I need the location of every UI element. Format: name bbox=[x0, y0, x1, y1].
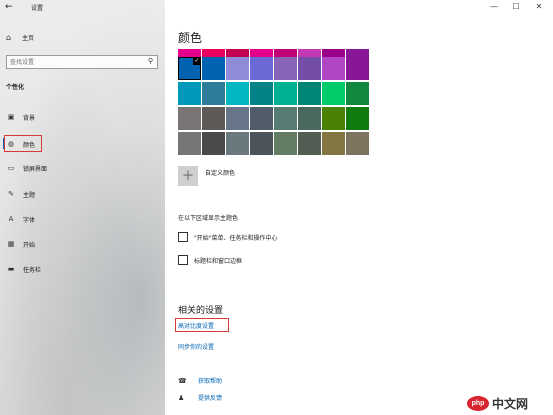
sidebar-item-themes[interactable]: ✎ 主题 bbox=[6, 188, 156, 200]
color-swatch[interactable] bbox=[178, 107, 201, 130]
color-swatch[interactable] bbox=[274, 132, 297, 155]
start-icon: ▦ bbox=[7, 240, 15, 248]
color-swatch[interactable] bbox=[202, 82, 225, 105]
get-help-label: 获取帮助 bbox=[198, 378, 223, 385]
color-swatch[interactable] bbox=[346, 49, 369, 57]
color-swatch[interactable] bbox=[226, 107, 249, 130]
back-arrow-icon[interactable]: ← bbox=[5, 2, 15, 12]
checkbox-title-bars[interactable]: 标题栏和窗口边框 bbox=[178, 255, 242, 265]
color-swatch[interactable] bbox=[274, 82, 297, 105]
color-swatch[interactable] bbox=[274, 57, 297, 80]
watermark: php 中文网 bbox=[467, 393, 551, 413]
checkmark-icon: ✓ bbox=[193, 57, 201, 65]
content-pane: 颜色 ✓ + 自定义颜色 在以下区域显示主题色 "开始"菜单、任务栏和操作中心 … bbox=[165, 0, 553, 415]
color-swatch[interactable]: ✓ bbox=[178, 57, 201, 80]
feedback-person-icon: ♟ bbox=[178, 393, 185, 402]
color-swatch[interactable] bbox=[322, 82, 345, 105]
php-logo: php bbox=[467, 395, 489, 411]
taskbar-icon: ▬ bbox=[7, 265, 15, 273]
color-swatch[interactable] bbox=[322, 132, 345, 155]
get-help-link[interactable]: ☎ 获取帮助 bbox=[178, 376, 223, 386]
color-swatch[interactable] bbox=[178, 132, 201, 155]
color-swatch[interactable] bbox=[298, 132, 321, 155]
color-swatch[interactable] bbox=[250, 132, 273, 155]
search-icon[interactable]: ⚲ bbox=[148, 57, 153, 65]
color-swatch[interactable] bbox=[274, 107, 297, 130]
plus-icon: + bbox=[178, 166, 198, 186]
color-swatch[interactable] bbox=[346, 82, 369, 105]
checkbox-label: 标题栏和窗口边框 bbox=[194, 257, 243, 265]
color-swatch[interactable] bbox=[202, 57, 225, 80]
color-swatch[interactable] bbox=[226, 82, 249, 105]
checkbox[interactable] bbox=[178, 255, 188, 265]
sidebar-item-colors[interactable]: ◍ 颜色 bbox=[6, 138, 156, 150]
color-swatch[interactable] bbox=[202, 107, 225, 130]
checkbox-label: "开始"菜单、任务栏和操作中心 bbox=[194, 234, 278, 242]
page-title: 颜色 bbox=[178, 31, 203, 45]
help-chat-icon: ☎ bbox=[178, 376, 187, 385]
home-icon: ⌂ bbox=[6, 32, 12, 42]
section-title: 个性化 bbox=[6, 84, 25, 91]
window-title: 设置 bbox=[31, 5, 44, 12]
palette-icon: ◍ bbox=[7, 140, 15, 148]
color-swatch[interactable] bbox=[346, 132, 369, 155]
color-swatch[interactable] bbox=[346, 107, 369, 130]
checkbox[interactable] bbox=[178, 232, 188, 242]
search-box[interactable]: ⚲ bbox=[6, 55, 158, 69]
navigation-pane: ⌂ 主页 ⚲ 个性化 ▣ 背景 ◍ 颜色 ▭ 锁屏界面 ✎ 主题 A 字体 ▦ … bbox=[0, 0, 165, 415]
color-swatch[interactable] bbox=[298, 82, 321, 105]
color-swatch[interactable] bbox=[322, 57, 345, 80]
sidebar-item-label: 主页 bbox=[22, 34, 35, 42]
color-swatch[interactable] bbox=[178, 82, 201, 105]
color-swatch[interactable] bbox=[322, 107, 345, 130]
color-swatch[interactable] bbox=[250, 57, 273, 80]
feedback-link[interactable]: ♟ 提供反馈 bbox=[178, 393, 223, 403]
color-swatch[interactable] bbox=[202, 132, 225, 155]
color-swatch[interactable] bbox=[298, 49, 321, 57]
sidebar-item-background[interactable]: ▣ 背景 bbox=[6, 111, 156, 123]
custom-color-button[interactable]: + 自定义颜色 bbox=[178, 166, 235, 186]
sidebar-item-label: 字体 bbox=[23, 216, 36, 224]
link-high-contrast[interactable]: 高对比度设置 bbox=[178, 321, 214, 330]
related-settings-heading: 相关的设置 bbox=[178, 306, 224, 316]
color-swatch[interactable] bbox=[298, 107, 321, 130]
color-swatch[interactable] bbox=[250, 49, 273, 57]
font-icon: A bbox=[8, 215, 14, 223]
sidebar-item-label: 背景 bbox=[23, 114, 36, 122]
color-swatch[interactable] bbox=[346, 57, 369, 80]
monitor-icon: ▭ bbox=[7, 164, 15, 172]
color-swatch[interactable] bbox=[226, 49, 249, 57]
sidebar-item-label: 任务栏 bbox=[23, 266, 42, 274]
color-swatch[interactable] bbox=[202, 49, 225, 57]
color-swatch[interactable] bbox=[298, 57, 321, 80]
sidebar-item-fonts[interactable]: A 字体 bbox=[6, 213, 156, 225]
sidebar-item-home[interactable]: ⌂ 主页 bbox=[6, 31, 156, 43]
feedback-label: 提供反馈 bbox=[198, 395, 223, 402]
show-accent-heading: 在以下区域显示主题色 bbox=[178, 215, 239, 222]
color-swatch[interactable] bbox=[226, 132, 249, 155]
color-swatch[interactable] bbox=[322, 49, 345, 57]
color-swatch[interactable] bbox=[250, 107, 273, 130]
watermark-text: 中文网 bbox=[492, 396, 529, 411]
link-sync-settings[interactable]: 同步你的设置 bbox=[178, 342, 214, 351]
color-swatch[interactable] bbox=[178, 49, 201, 57]
sidebar-item-label: 颜色 bbox=[23, 141, 36, 149]
sidebar-item-label: 锁屏界面 bbox=[23, 165, 48, 173]
sidebar-item-taskbar[interactable]: ▬ 任务栏 bbox=[6, 263, 156, 275]
color-swatch[interactable] bbox=[226, 57, 249, 80]
search-input[interactable] bbox=[10, 57, 140, 67]
brush-icon: ✎ bbox=[8, 190, 14, 198]
sidebar-item-label: 主题 bbox=[23, 191, 36, 199]
sidebar-item-start[interactable]: ▦ 开始 bbox=[6, 238, 156, 250]
sidebar-item-label: 开始 bbox=[23, 241, 36, 249]
color-swatch[interactable] bbox=[250, 82, 273, 105]
custom-color-label: 自定义颜色 bbox=[205, 169, 236, 177]
color-swatch[interactable] bbox=[274, 49, 297, 57]
sidebar-item-lock-screen[interactable]: ▭ 锁屏界面 bbox=[6, 162, 156, 174]
checkbox-start-taskbar[interactable]: "开始"菜单、任务栏和操作中心 bbox=[178, 232, 278, 242]
picture-icon: ▣ bbox=[7, 113, 15, 121]
